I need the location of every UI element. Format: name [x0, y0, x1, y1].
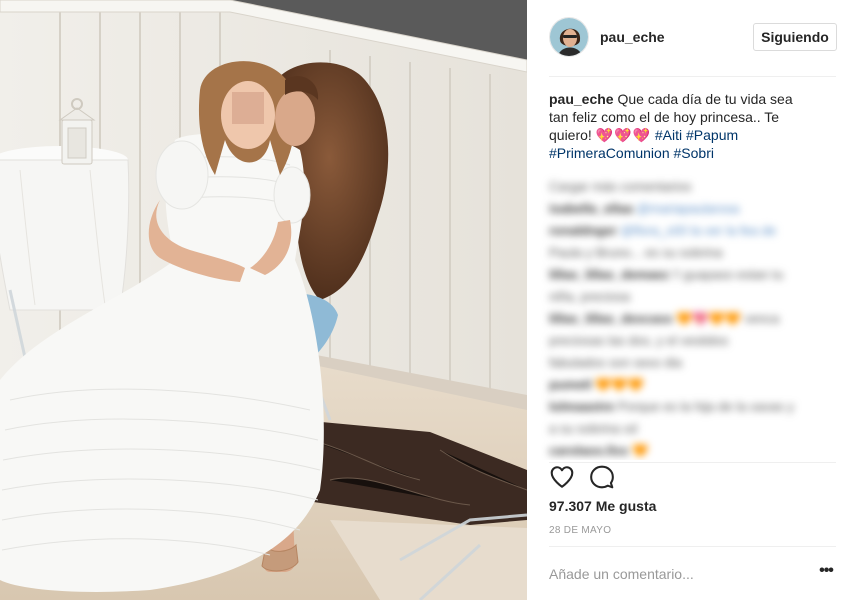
- comment-author[interactable]: carolaoo.llxx: [549, 443, 628, 458]
- comment-line: carolaoo.llxx 🧡: [549, 440, 827, 460]
- comment-line: lillas_lillas_demaez !! guapaso estan tu: [549, 264, 827, 286]
- comment-line: isabella_ellaa @mariapaularosa: [549, 198, 827, 220]
- comment-line: fabulados son sexo dia: [549, 352, 827, 374]
- comment-text: niña, preciosa: [549, 289, 630, 304]
- more-options-button[interactable]: •••: [815, 563, 837, 584]
- caption-text-2: tan feliz como el de hoy princesa.. Te: [549, 109, 780, 125]
- profile-picture: [550, 18, 588, 56]
- comment-line: niña, preciosa: [549, 286, 827, 308]
- comment-line: ronaldnger @flora_x00 la ver la fea de: [549, 220, 827, 242]
- avatar[interactable]: [549, 17, 589, 57]
- heart-outline-icon[interactable]: [549, 464, 577, 492]
- caption-text-1: Que cada día de tu vida sea: [617, 91, 793, 107]
- caption-author-link[interactable]: pau_eche: [549, 91, 614, 107]
- username-link[interactable]: pau_eche: [600, 29, 665, 45]
- comment-text: 🧡🧡🧡: [595, 377, 644, 392]
- comment-line: lolmaaxtre Porque es la hija de la xavas…: [549, 396, 827, 418]
- comment-author[interactable]: isabella_ellaa: [549, 201, 633, 216]
- comment-text: 🧡💖🧡🧡 venca: [676, 311, 780, 326]
- comment-text: a su sobrina xd: [549, 421, 638, 436]
- comment-line: Paula y Bruno... es su sobrina: [549, 242, 827, 264]
- comment-text: !! guapaso estan tu: [672, 267, 784, 282]
- post-date[interactable]: 28 DE MAYO: [549, 525, 611, 536]
- comment-author[interactable]: ronaldnger: [549, 223, 617, 238]
- following-button[interactable]: Siguiendo: [753, 23, 837, 51]
- photo-illustration: [0, 0, 527, 600]
- comment-line: pumetl 🧡🧡🧡: [549, 374, 827, 396]
- caption-text-3: quiero!: [549, 127, 592, 143]
- header-divider: [549, 76, 836, 77]
- speech-bubble-icon[interactable]: [589, 464, 617, 492]
- comment-text: Porque es la hija de la xavas y: [617, 399, 794, 414]
- hashtag-sobri[interactable]: #Sobri: [674, 145, 714, 161]
- comment-line: lillas_lillas_dexcass 🧡💖🧡🧡 venca: [549, 308, 827, 330]
- post-sidebar: pau_eche Siguiendo pau_eche Que cada día…: [527, 0, 847, 600]
- comment-author[interactable]: lillas_lillas_dexcass: [549, 311, 673, 326]
- likes-count[interactable]: 97.307 Me gusta: [549, 498, 656, 514]
- add-comment-box: •••: [549, 556, 837, 592]
- footer-divider: [549, 546, 836, 547]
- comments-blurred: Cargar más comentarios isabella_ellaa @ma…: [539, 172, 837, 460]
- post-header: pau_eche Siguiendo: [527, 0, 847, 76]
- comment-line: a su sobrina xd: [549, 418, 827, 440]
- hearts-emoji: 💖💖💖: [595, 127, 651, 143]
- comment-author[interactable]: lillas_lillas_demaez: [549, 267, 669, 282]
- comment-text: preciosas las dos, y el vestidos: [549, 333, 729, 348]
- hashtag-papum[interactable]: #Papum: [686, 127, 738, 143]
- hashtag-primeracomunion[interactable]: #PrimeraComunion: [549, 145, 670, 161]
- comment-author[interactable]: pumetl: [549, 377, 592, 392]
- comment-input[interactable]: [549, 564, 799, 584]
- comment-line: preciosas las dos, y el vestidos: [549, 330, 827, 352]
- comment-text: 🧡: [632, 443, 649, 458]
- hashtag-aiti[interactable]: #Aiti: [655, 127, 682, 143]
- comment-text: @mariapaularosa: [636, 201, 740, 216]
- comment-line: Cargar más comentarios: [549, 176, 827, 198]
- post-photo[interactable]: [0, 0, 527, 600]
- comment-text: Paula y Bruno... es su sobrina: [549, 245, 723, 260]
- comments-divider: [549, 462, 836, 463]
- comments-list: Cargar más comentarios isabella_ellaa @ma…: [539, 172, 837, 460]
- comment-author[interactable]: lolmaaxtre: [549, 399, 614, 414]
- comment-text: fabulados son sexo dia: [549, 355, 682, 370]
- comment-text: @flora_x00 la ver la fea de: [620, 223, 777, 238]
- post-caption: pau_eche Que cada día de tu vida sea tan…: [549, 90, 811, 162]
- comment-text: Cargar más comentarios: [549, 179, 692, 194]
